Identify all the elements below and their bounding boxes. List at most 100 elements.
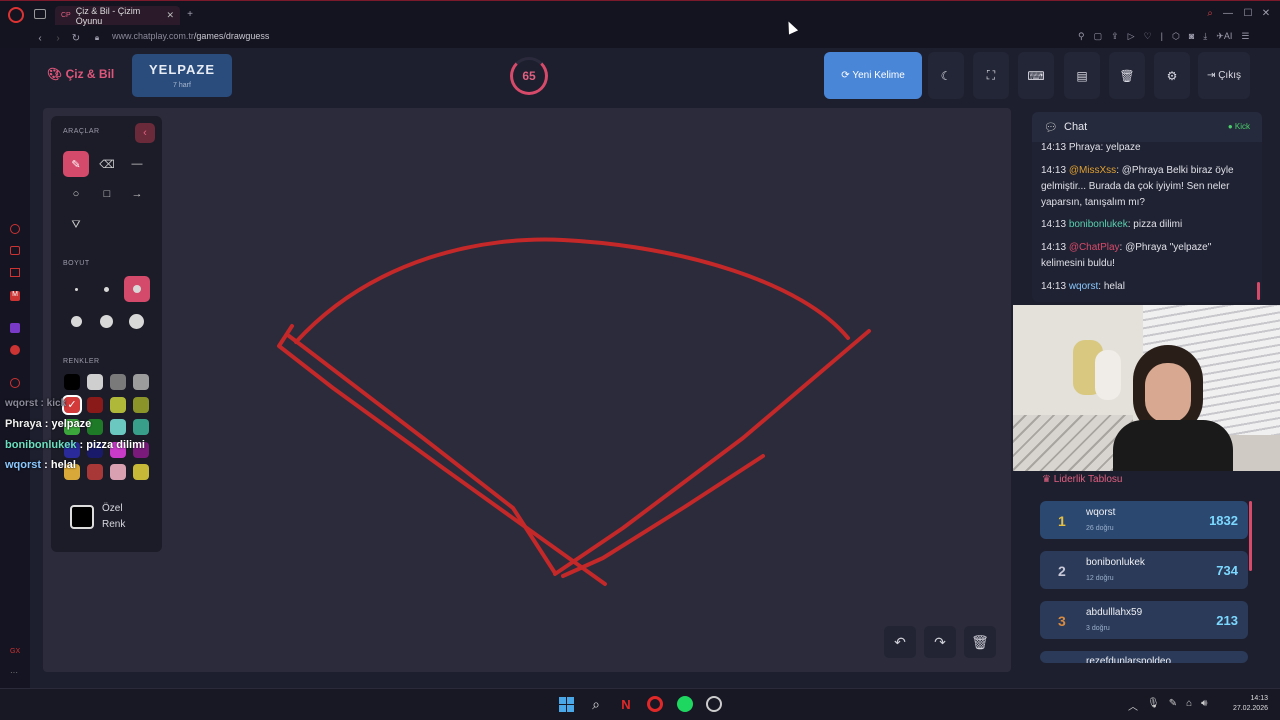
line-icon: — (131, 158, 143, 170)
tab-close-icon[interactable]: ✕ (166, 10, 174, 21)
sidebar-shop-icon[interactable] (10, 246, 20, 255)
color-swatch[interactable] (87, 374, 103, 390)
collapse-panel-button[interactable]: ‹ (135, 123, 155, 143)
microphone-icon[interactable]: 🎙︎ (1147, 698, 1160, 713)
opera-logo-icon[interactable] (8, 7, 24, 23)
size-option-4[interactable] (71, 316, 82, 327)
custom-color-swatch[interactable] (70, 505, 94, 529)
undo-button[interactable]: ↶ (884, 626, 916, 658)
netflix-icon[interactable]: N (618, 696, 634, 712)
sidebar-youtube-icon[interactable] (10, 345, 20, 355)
size-option-2[interactable] (104, 287, 109, 292)
leaderboard-row: 3 abdulllahx59 3 doğru 213 (1040, 601, 1248, 639)
fullscreen-button[interactable]: ⛶ (973, 52, 1009, 99)
pen-icon[interactable]: ✎ (1169, 698, 1177, 713)
eraser-tool[interactable]: ⌫ (94, 151, 120, 177)
heart-icon[interactable]: ♡ (1144, 31, 1152, 42)
chat-panel: 💬︎ Chat ● Kick 14:13 Phraya: yelpaze 14:… (1032, 112, 1262, 302)
redo-button[interactable]: ↷ (924, 626, 956, 658)
minimize-icon[interactable]: — (1222, 7, 1234, 19)
rectangle-tool[interactable]: □ (94, 181, 120, 207)
color-swatch[interactable] (110, 419, 126, 435)
pin-icon[interactable]: ⚲ (1078, 31, 1085, 42)
round-timer: 65 (510, 57, 548, 95)
circle-tool[interactable]: ○ (63, 181, 89, 207)
word-hint: 7 harf (173, 82, 191, 89)
chevron-up-icon[interactable]: ︿ (1128, 698, 1138, 713)
arrow-tool[interactable]: → (124, 181, 150, 207)
archive-button[interactable]: ▤ (1064, 52, 1100, 99)
sidebar-messenger-icon[interactable] (10, 224, 20, 234)
app-icon[interactable] (706, 696, 722, 712)
moon-icon: ☾ (940, 68, 952, 83)
lock-icon: 🔒︎ (94, 33, 100, 42)
volume-icon[interactable]: 🔊︎ (1201, 698, 1207, 713)
sidebar-twitch-icon[interactable] (10, 323, 20, 333)
new-tab-icon[interactable]: + (184, 8, 196, 20)
maximize-icon[interactable]: ☐ (1242, 7, 1254, 19)
reload-icon[interactable]: ↻ (70, 31, 82, 45)
download-icon[interactable]: ⤓ (1203, 31, 1207, 42)
network-icon[interactable]: ⌂ (1186, 698, 1192, 713)
redo-icon: ↷ (934, 633, 946, 650)
chat-scrollbar[interactable] (1257, 282, 1260, 300)
share-icon[interactable]: ⇪ (1111, 31, 1119, 42)
trash-icon: 🗑︎ (971, 633, 989, 650)
profile-icon[interactable]: ◙ (1189, 31, 1194, 42)
brush-tool[interactable]: ✎ (63, 151, 89, 177)
drawing-canvas[interactable] (43, 108, 1011, 672)
clock[interactable]: 14:13 27.02.2026 (1226, 694, 1268, 714)
sidebar-gx-icon[interactable]: GX (10, 648, 20, 655)
overlay-chat-line: wqorst : kick (5, 398, 67, 409)
search-icon[interactable]: ⌕ (588, 696, 604, 712)
play-icon[interactable]: ▷ (1128, 31, 1135, 42)
custom-color-label[interactable]: Özel Renk (102, 501, 125, 533)
size-option-1[interactable] (75, 288, 78, 291)
chevron-left-icon: ‹ (143, 127, 147, 139)
sidebar-instagram-icon[interactable] (10, 268, 20, 277)
settings-button[interactable]: ⚙ (1154, 52, 1190, 99)
sidebar-player-icon[interactable] (10, 378, 20, 388)
app-logo[interactable]: 🎨︎ Çiz & Bil (47, 67, 114, 81)
spotify-icon[interactable] (677, 696, 693, 712)
menu-icon[interactable]: ☰ (1241, 31, 1249, 42)
url-field[interactable]: www.chatplay.com.tr/games/drawguess (112, 31, 269, 41)
tab-manager-icon[interactable] (34, 9, 46, 19)
color-swatch[interactable] (110, 396, 126, 413)
exit-button[interactable]: ⇥ Çıkış (1198, 52, 1250, 99)
color-swatch[interactable] (110, 464, 126, 480)
line-tool[interactable]: — (124, 151, 150, 177)
forward-icon[interactable]: › (52, 31, 64, 45)
color-swatch[interactable] (87, 464, 103, 480)
fill-tool[interactable]: ⛛ (63, 212, 89, 238)
color-swatch[interactable] (64, 374, 80, 390)
color-swatch[interactable] (110, 374, 126, 390)
dark-mode-button[interactable]: ☾ (928, 52, 964, 99)
new-word-button[interactable]: ⟳ Yeni Kelime (824, 52, 922, 99)
color-swatch[interactable] (133, 374, 149, 390)
opera-gx-icon[interactable] (647, 696, 663, 712)
delete-button[interactable]: 🗑︎ (1109, 52, 1145, 99)
color-swatch[interactable] (87, 396, 103, 413)
size-option-3[interactable] (124, 276, 150, 302)
snapshot-icon[interactable]: ▢ (1094, 31, 1103, 42)
color-swatch[interactable] (133, 396, 149, 413)
size-option-6[interactable] (129, 314, 144, 329)
back-icon[interactable]: ‹ (34, 31, 46, 45)
close-window-icon[interactable]: ✕ (1260, 7, 1272, 19)
keyboard-button[interactable]: ⌨ (1018, 52, 1054, 99)
leaderboard-scrollbar[interactable] (1249, 501, 1252, 571)
size-option-5[interactable] (100, 315, 113, 328)
color-swatch[interactable] (133, 464, 149, 480)
search-tabs-icon[interactable]: ⌕ (1204, 7, 1216, 19)
clear-canvas-button[interactable]: 🗑︎ (964, 626, 996, 658)
browser-tab[interactable]: CP Çiz & Bil - Çizim Oyunu ✕ (55, 6, 180, 26)
extensions-icon[interactable]: ⬡ (1172, 31, 1180, 42)
sidebar-m-icon[interactable]: M (10, 291, 20, 301)
color-swatch[interactable] (133, 419, 149, 435)
sidebar-more-icon[interactable]: ··· (10, 668, 18, 677)
ai-button[interactable]: ✈AI (1216, 31, 1232, 42)
windows-start-icon[interactable] (559, 697, 574, 712)
color-swatch[interactable]: ✓ (62, 394, 82, 415)
tools-panel: ARAÇLAR ‹ ✎ ⌫ — ○ □ → ⛛ BOYUT RENKLER ✓ … (51, 116, 162, 552)
